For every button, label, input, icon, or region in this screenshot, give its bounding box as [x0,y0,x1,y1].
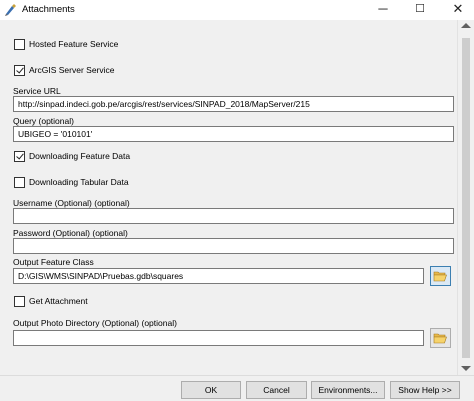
downloading-feature-data-option[interactable]: Downloading Feature Data [14,149,130,163]
minimize-button[interactable]: ─ [368,0,398,20]
dialog-button-bar: OK Cancel Environments... Show Help >> [0,375,474,401]
username-label: Username (Optional) (optional) [13,198,130,208]
scrollbar-thumb[interactable] [462,38,470,358]
downloading-feature-data-checkbox[interactable] [14,150,25,162]
ok-button[interactable]: OK [181,381,241,399]
arcgis-server-service-option[interactable]: ArcGIS Server Service [14,63,115,77]
output-feature-class-label: Output Feature Class [13,257,94,267]
output-photo-directory-label: Output Photo Directory (Optional) (optio… [13,318,177,328]
password-field[interactable] [13,238,454,254]
downloading-tabular-data-option[interactable]: Downloading Tabular Data [14,175,129,189]
show-help-button[interactable]: Show Help >> [390,381,460,399]
get-attachment-option[interactable]: Get Attachment [14,294,88,308]
close-button[interactable]: ✕ [443,0,473,20]
vertical-scrollbar[interactable] [457,20,474,375]
hosted-feature-service-checkbox[interactable] [14,38,25,50]
output-photo-directory-field[interactable] [13,330,424,346]
scroll-down-arrow-icon[interactable] [461,366,471,371]
username-field[interactable] [13,208,454,224]
folder-open-icon [433,271,447,282]
window-title: Attachments [22,4,75,15]
hosted-feature-service-option[interactable]: Hosted Feature Service [14,37,118,51]
output-photo-directory-browse-button[interactable] [430,328,451,348]
cancel-button[interactable]: Cancel [246,381,307,399]
maximize-button[interactable]: ☐ [405,0,435,20]
get-attachment-label: Get Attachment [29,296,88,306]
query-label: Query (optional) [13,116,74,126]
output-feature-class-browse-button[interactable] [430,266,451,286]
downloading-tabular-data-checkbox[interactable] [14,176,25,188]
toolbox-icon [5,4,16,16]
output-feature-class-field[interactable]: D:\GIS\WMS\SINPAD\Pruebas.gdb\squares [13,268,424,284]
downloading-tabular-data-label: Downloading Tabular Data [29,177,129,187]
password-label: Password (Optional) (optional) [13,228,128,238]
downloading-feature-data-label: Downloading Feature Data [29,151,131,161]
folder-open-icon [433,333,447,344]
scroll-up-arrow-icon[interactable] [461,23,471,28]
service-url-label: Service URL [13,86,61,96]
environments-button[interactable]: Environments... [311,381,385,399]
title-bar[interactable]: Attachments ─ ☐ ✕ [0,0,474,20]
get-attachment-checkbox[interactable] [14,295,25,307]
query-field[interactable]: UBIGEO = '010101' [13,126,454,142]
service-url-field[interactable]: http://sinpad.indeci.gob.pe/arcgis/rest/… [13,96,454,112]
arcgis-server-service-checkbox[interactable] [14,64,25,76]
hosted-feature-service-label: Hosted Feature Service [29,39,119,49]
arcgis-server-service-label: ArcGIS Server Service [29,65,115,75]
